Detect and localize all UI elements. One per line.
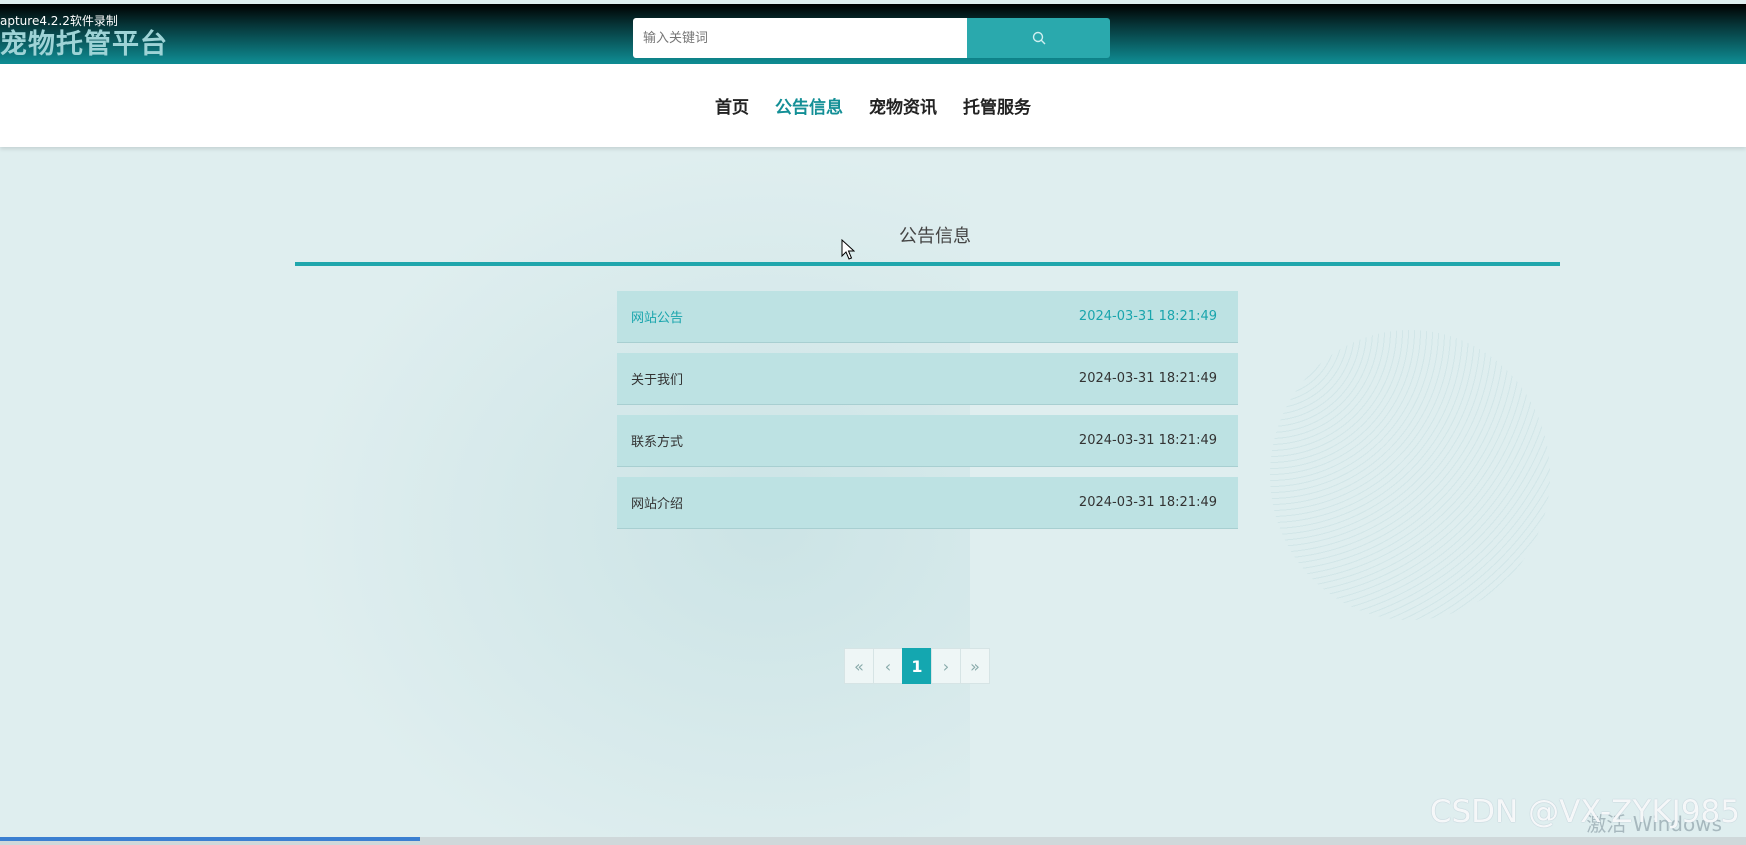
list-item[interactable]: 网站公告 2024-03-31 18:21:49 [617,291,1238,343]
nav-boarding-service[interactable]: 托管服务 [963,93,1031,118]
search-input[interactable] [633,18,967,58]
nav-notices[interactable]: 公告信息 [775,93,843,118]
notice-title: 网站介绍 [631,497,684,512]
section-title-text: 公告信息 [899,226,971,247]
notice-time: 2024-03-31 18:21:49 [1078,495,1217,510]
notice-time: 2024-03-31 18:21:49 [1078,309,1217,324]
notice-time: 2024-03-31 18:21:49 [1078,371,1217,386]
last-page-button[interactable]: » [960,648,990,684]
search-button[interactable] [967,18,1110,58]
pagination: « ‹ 1 › » [844,648,990,684]
section-divider [295,262,1560,266]
current-page-button[interactable]: 1 [902,648,932,684]
search-icon [1032,31,1045,45]
csdn-watermark: CSDN @VX-ZYKJ985 [1429,794,1740,830]
notice-time: 2024-03-31 18:21:49 [1078,433,1217,448]
section-title: 公告信息 [0,222,1746,248]
notice-title: 联系方式 [631,435,684,450]
prev-page-button[interactable]: ‹ [873,648,903,684]
nav-pet-news[interactable]: 宠物资讯 [869,93,937,118]
main-nav: 首页 公告信息 宠物资讯 托管服务 [0,64,1746,147]
recording-progress-bar [0,837,420,841]
mouse-cursor-icon [841,239,855,260]
list-item[interactable]: 网站介绍 2024-03-31 18:21:49 [617,477,1238,529]
list-item[interactable]: 联系方式 2024-03-31 18:21:49 [617,415,1238,467]
background-wave-decoration [1270,330,1550,620]
notice-list: 网站公告 2024-03-31 18:21:49 关于我们 2024-03-31… [617,291,1238,539]
first-page-button[interactable]: « [844,648,874,684]
next-page-button[interactable]: › [931,648,961,684]
list-item[interactable]: 关于我们 2024-03-31 18:21:49 [617,353,1238,405]
top-header-bar: 宠物托管平台 [0,4,1746,64]
notice-title: 关于我们 [631,373,684,388]
recording-caption: apture4.2.2软件录制 [0,14,118,28]
nav-home[interactable]: 首页 [715,93,749,118]
notice-title: 网站公告 [631,311,684,326]
